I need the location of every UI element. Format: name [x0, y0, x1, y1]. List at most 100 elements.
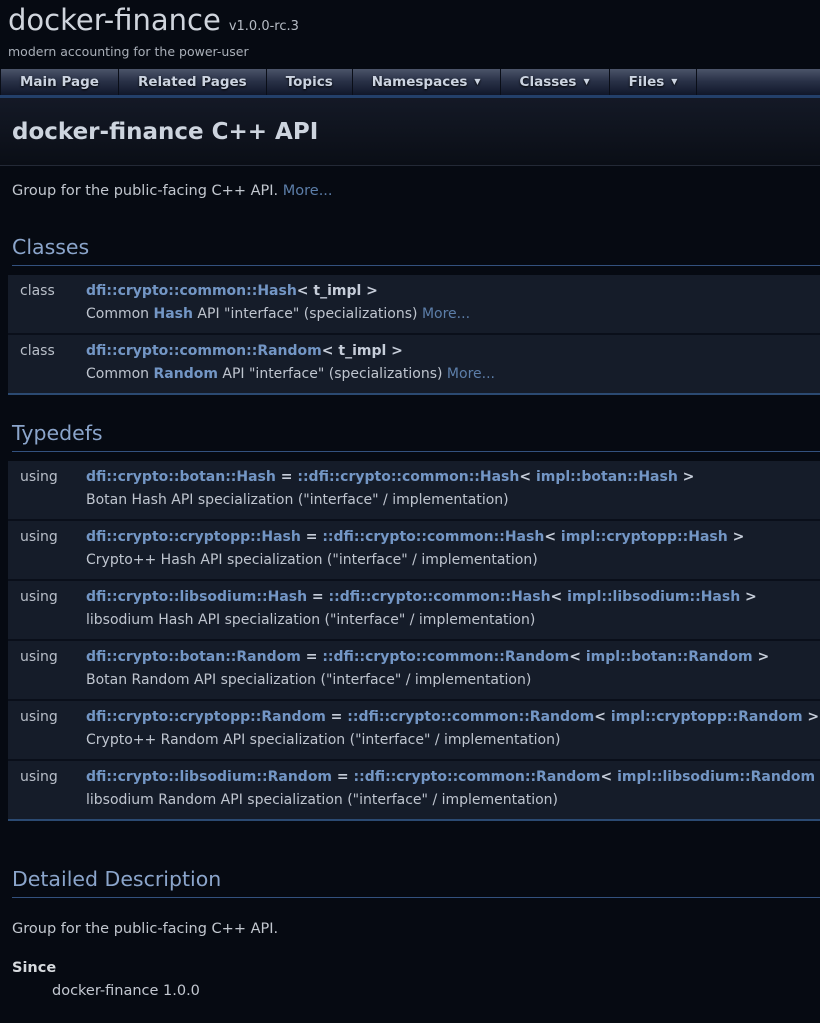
using-keyword: using [8, 766, 86, 788]
tab-files-label: Files [629, 74, 665, 90]
intro-text: Group for the public-facing C++ API. [12, 183, 283, 199]
target-class-link[interactable]: ::dfi::crypto::common::Hash [329, 589, 551, 605]
impl-class-link[interactable]: impl::botan::Hash [536, 469, 678, 485]
typedef-desc: Crypto++ Random API specialization ("int… [8, 728, 820, 753]
template-close: > [728, 529, 745, 545]
template-open: < [519, 469, 536, 485]
typedef-name-link[interactable]: dfi::crypto::cryptopp::Hash [86, 529, 301, 545]
assign-operator: = [276, 469, 297, 485]
detailed-description-heading: Detailed Description [12, 867, 820, 898]
using-keyword: using [8, 706, 86, 728]
assign-operator: = [307, 589, 328, 605]
typedef-row: usingdfi::crypto::libsodium::Random = ::… [8, 761, 820, 819]
template-close: > [753, 649, 770, 665]
tab-topics[interactable]: Topics [267, 69, 353, 95]
chevron-down-icon: ▼ [671, 78, 677, 86]
using-keyword: using [8, 466, 86, 488]
tab-main-page[interactable]: Main Page [0, 69, 119, 95]
main-nav: Main Page Related Pages Topics Namespace… [0, 69, 820, 98]
target-class-link[interactable]: ::dfi::crypto::common::Hash [297, 469, 519, 485]
class-link[interactable]: dfi::crypto::common::Random [86, 343, 322, 359]
impl-class-link[interactable]: impl::libsodium::Random [617, 769, 815, 785]
tab-classes[interactable]: Classes ▼ [501, 69, 610, 95]
more-link[interactable]: More... [283, 183, 333, 199]
template-close: > [740, 589, 757, 605]
impl-class-link[interactable]: impl::cryptopp::Hash [561, 529, 728, 545]
typedef-row: usingdfi::crypto::libsodium::Hash = ::df… [8, 581, 820, 639]
class-keyword: class [8, 340, 86, 362]
target-class-link[interactable]: ::dfi::crypto::common::Random [347, 709, 594, 725]
template-open: < [544, 529, 561, 545]
impl-class-link[interactable]: impl::cryptopp::Random [611, 709, 803, 725]
class-desc-text: API "interface" (specializations) [193, 306, 422, 322]
tab-namespaces[interactable]: Namespaces ▼ [353, 69, 501, 95]
class-desc-text: Common [86, 366, 154, 382]
assign-operator: = [301, 649, 322, 665]
template-close: > [803, 709, 820, 725]
classes-heading: Classes [12, 235, 820, 266]
class-desc-text: Common [86, 306, 154, 322]
tab-files[interactable]: Files ▼ [610, 69, 698, 95]
class-row: classdfi::crypto::common::Hash< t_impl >… [8, 275, 820, 333]
typedef-desc: Botan Hash API specialization ("interfac… [8, 488, 820, 513]
typedefs-table: usingdfi::crypto::botan::Hash = ::dfi::c… [8, 461, 820, 821]
typedef-name-link[interactable]: dfi::crypto::botan::Random [86, 649, 301, 665]
tab-classes-label: Classes [520, 74, 577, 90]
tab-main-page-label: Main Page [20, 74, 99, 90]
class-keyword: class [8, 280, 86, 302]
classes-table: classdfi::crypto::common::Hash< t_impl >… [8, 275, 820, 395]
chevron-down-icon: ▼ [583, 78, 589, 86]
typedef-name-link[interactable]: dfi::crypto::libsodium::Random [86, 769, 332, 785]
typedefs-heading: Typedefs [12, 421, 820, 452]
impl-class-link[interactable]: impl::botan::Random [586, 649, 753, 665]
project-version: v1.0.0-rc.3 [229, 19, 299, 34]
template-close: > [678, 469, 695, 485]
page-header: docker-finance C++ API [0, 98, 820, 166]
tab-related-pages-label: Related Pages [138, 74, 247, 90]
using-keyword: using [8, 646, 86, 668]
typedef-name-link[interactable]: dfi::crypto::cryptopp::Random [86, 709, 326, 725]
class-link[interactable]: dfi::crypto::common::Hash [86, 283, 297, 299]
class-desc-link[interactable]: Hash [154, 306, 193, 322]
more-link[interactable]: More... [447, 366, 495, 382]
typedef-desc: Crypto++ Hash API specialization ("inter… [8, 548, 820, 573]
since-value: docker-finance 1.0.0 [52, 983, 820, 999]
typedef-name-link[interactable]: dfi::crypto::botan::Hash [86, 469, 276, 485]
title-area: docker-finance v1.0.0-rc.3 modern accoun… [0, 0, 820, 59]
typedef-row: usingdfi::crypto::botan::Random = ::dfi:… [8, 641, 820, 699]
tab-namespaces-label: Namespaces [372, 74, 468, 90]
template-open: < [569, 649, 586, 665]
typedef-desc: libsodium Hash API specialization ("inte… [8, 608, 820, 633]
class-desc-text: API "interface" (specializations) [218, 366, 447, 382]
class-desc-link[interactable]: Random [154, 366, 218, 382]
project-name: docker-finance [8, 4, 221, 37]
more-link[interactable]: More... [422, 306, 470, 322]
typedef-row: usingdfi::crypto::cryptopp::Random = ::d… [8, 701, 820, 759]
project-brief: modern accounting for the power-user [8, 44, 810, 59]
typedef-name-link[interactable]: dfi::crypto::libsodium::Hash [86, 589, 307, 605]
template-close: > [815, 769, 820, 785]
contents: Group for the public-facing C++ API. Mor… [0, 183, 820, 1023]
target-class-link[interactable]: ::dfi::crypto::common::Random [322, 649, 569, 665]
typedef-row: usingdfi::crypto::botan::Hash = ::dfi::c… [8, 461, 820, 519]
tab-related-pages[interactable]: Related Pages [119, 69, 267, 95]
using-keyword: using [8, 526, 86, 548]
using-keyword: using [8, 586, 86, 608]
assign-operator: = [301, 529, 322, 545]
chevron-down-icon: ▼ [474, 78, 480, 86]
assign-operator: = [332, 769, 353, 785]
tab-topics-label: Topics [286, 74, 333, 90]
typedef-desc: Botan Random API specialization ("interf… [8, 668, 820, 693]
since-block: Since docker-finance 1.0.0 [12, 960, 820, 999]
target-class-link[interactable]: ::dfi::crypto::common::Hash [322, 529, 544, 545]
template-args: < t_impl > [297, 283, 378, 299]
class-row: classdfi::crypto::common::Random< t_impl… [8, 335, 820, 393]
template-open: < [600, 769, 617, 785]
typedef-desc: libsodium Random API specialization ("in… [8, 788, 820, 813]
detailed-description-text: Group for the public-facing C++ API. [12, 921, 820, 937]
impl-class-link[interactable]: impl::libsodium::Hash [567, 589, 740, 605]
template-open: < [594, 709, 611, 725]
target-class-link[interactable]: ::dfi::crypto::common::Random [354, 769, 601, 785]
template-args: < t_impl > [322, 343, 403, 359]
template-open: < [551, 589, 568, 605]
